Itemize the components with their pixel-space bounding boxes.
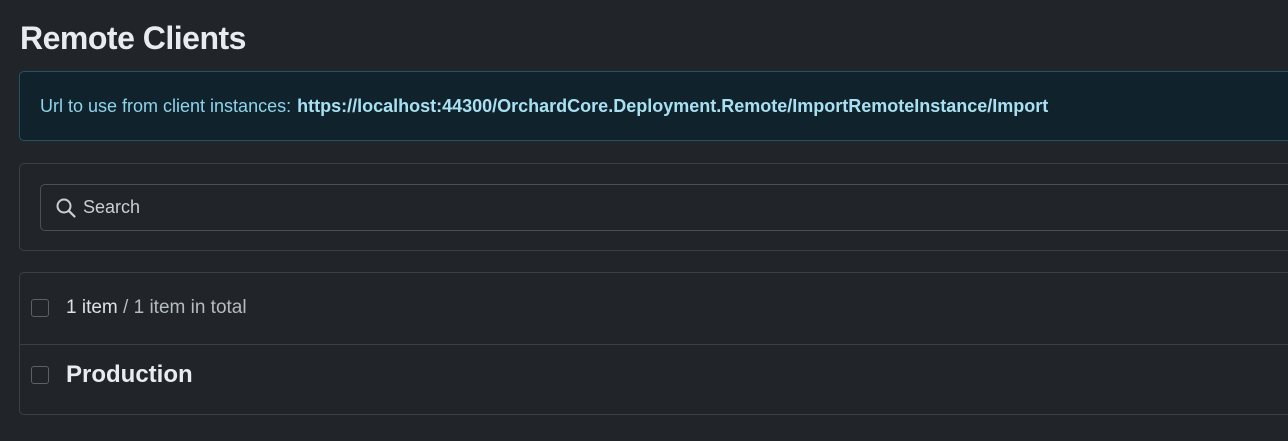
page-title: Remote Clients xyxy=(20,20,246,56)
list-header: 1 item / 1 item in total xyxy=(20,273,1288,345)
search-input[interactable] xyxy=(83,197,1288,218)
select-all-checkbox[interactable] xyxy=(31,299,49,317)
search-box[interactable] xyxy=(40,184,1288,231)
list-item: Production xyxy=(20,345,1288,415)
search-icon xyxy=(55,197,77,219)
remote-client-name[interactable]: Production xyxy=(66,361,193,389)
client-url-value: https://localhost:44300/OrchardCore.Depl… xyxy=(297,95,1049,116)
client-url-alert: Url to use from client instances: https:… xyxy=(19,71,1288,141)
items-count: 1 item xyxy=(66,297,118,318)
items-separator: / xyxy=(117,297,134,318)
remote-clients-list: 1 item / 1 item in total Production xyxy=(19,272,1288,415)
remote-clients-page: Remote Clients Url to use from client in… xyxy=(0,0,1288,441)
client-url-label: Url to use from client instances: xyxy=(40,95,292,116)
items-summary: 1 item / 1 item in total xyxy=(66,297,247,319)
items-total: 1 item in total xyxy=(133,297,247,318)
item-select-checkbox[interactable] xyxy=(31,366,49,384)
filter-card xyxy=(19,163,1288,251)
